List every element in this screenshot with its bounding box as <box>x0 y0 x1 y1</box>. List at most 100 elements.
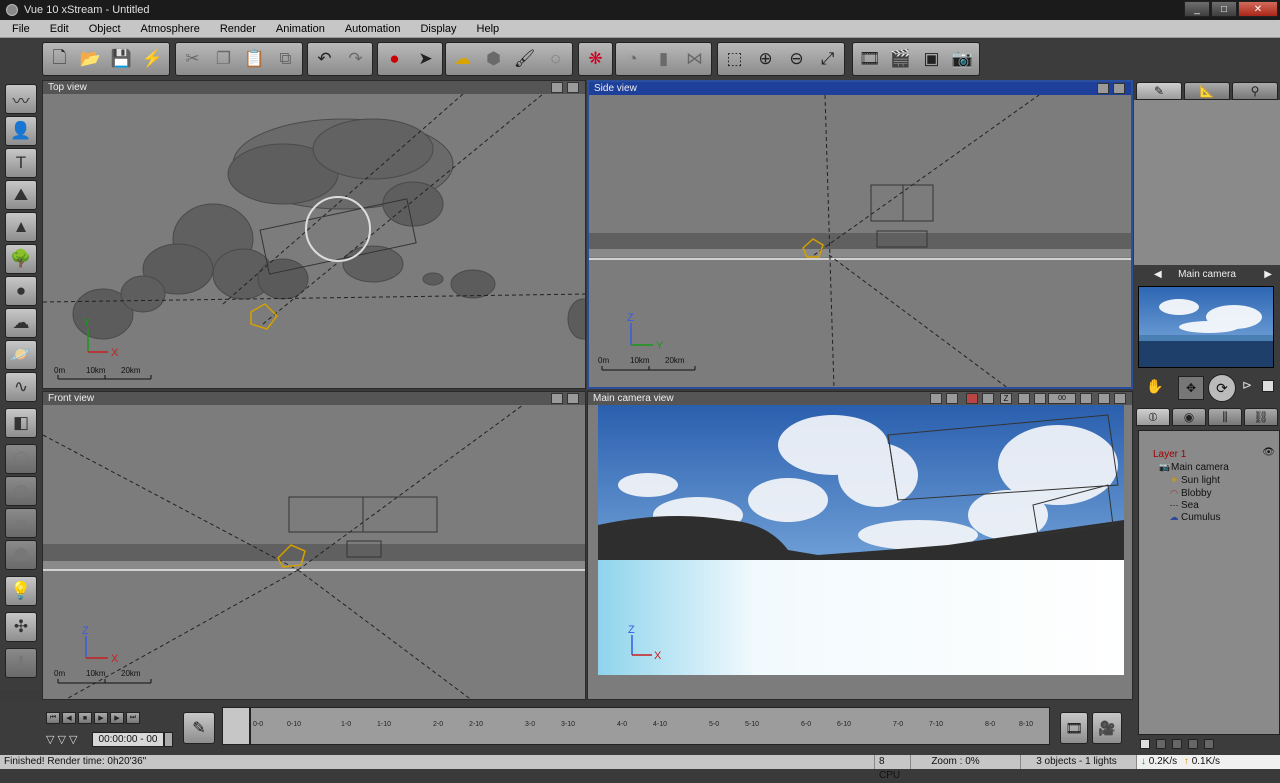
select-arrow-icon[interactable]: ➤ <box>411 45 440 73</box>
render-color-icon[interactable] <box>966 393 978 404</box>
mirror-icon[interactable]: ⋈ <box>680 45 709 73</box>
spline-icon[interactable]: ∿ <box>5 372 37 402</box>
cube-icon[interactable]: ◧ <box>5 408 37 438</box>
import-icon[interactable]: ⬇ <box>5 648 37 678</box>
camera-selector[interactable]: ◀ Main camera ▶ <box>1134 268 1280 282</box>
speedometer-icon[interactable]: ◔ <box>618 45 647 73</box>
stop-icon[interactable]: ■ <box>78 712 92 724</box>
frame-field[interactable]: 00 <box>1048 393 1076 404</box>
procedural-terrain-icon[interactable]: ▲ <box>5 212 37 242</box>
next-frame-icon[interactable] <box>1080 393 1092 404</box>
viewport-maximize-icon[interactable] <box>1113 83 1125 94</box>
viewport-options-icon[interactable] <box>551 393 563 404</box>
tree-item-sea[interactable]: ⋯ Sea <box>1169 499 1199 511</box>
text-icon[interactable]: T <box>5 148 37 178</box>
menu-object[interactable]: Object <box>79 23 131 35</box>
menu-atmosphere[interactable]: Atmosphere <box>131 23 210 35</box>
materials-tab-icon[interactable]: ◉ <box>1172 408 1206 426</box>
play-icon[interactable]: ▶ <box>94 712 108 724</box>
front-viewport[interactable]: Front view Z X 0m 10km 20km <box>42 391 586 700</box>
tree-layer[interactable]: Layer 1 <box>1153 449 1186 461</box>
save-icon[interactable]: 💾 <box>107 45 136 73</box>
group-icon[interactable]: ⬢ <box>5 540 37 570</box>
link-icon[interactable] <box>1204 739 1214 749</box>
planet-icon[interactable]: 🪐 <box>5 340 37 370</box>
viewport-options-icon[interactable] <box>551 82 563 93</box>
next-camera-icon[interactable]: ▶ <box>1264 268 1272 282</box>
viewport-maximize-icon[interactable] <box>567 82 579 93</box>
render-record-icon[interactable]: ● <box>380 45 409 73</box>
move-up-icon[interactable] <box>1172 739 1182 749</box>
edit-tab-icon[interactable]: ✎ <box>1136 82 1182 100</box>
aspect-tab-icon[interactable]: ⚲ <box>1232 82 1278 100</box>
color-balls-icon[interactable]: ❋ <box>581 45 610 73</box>
clapperboard-icon[interactable]: 🎬 <box>886 45 915 73</box>
links-tab-icon[interactable]: ⛓ <box>1244 408 1278 426</box>
plant-icon[interactable]: 🌳 <box>5 244 37 274</box>
fan-icon[interactable]: ✣ <box>5 612 37 642</box>
menu-display[interactable]: Display <box>410 23 466 35</box>
tree-item-main-camera[interactable]: 📷Main camera <box>1159 461 1229 473</box>
menu-render[interactable]: Render <box>210 23 266 35</box>
camera-settings-icon[interactable] <box>930 393 942 404</box>
viewport-maximize-icon[interactable] <box>567 393 579 404</box>
render-mode-icon[interactable] <box>982 393 994 404</box>
timeline-ruler[interactable]: 0-0 0-10 1-0 1-10 2-0 2-10 3-0 3-10 4-0 … <box>222 707 1050 745</box>
move-icon[interactable]: ✥ <box>1178 376 1204 400</box>
delete-layer-icon[interactable] <box>1156 739 1166 749</box>
camera-preview[interactable] <box>1138 286 1274 368</box>
tree-item-cumulus[interactable]: ☁ Cumulus <box>1169 511 1221 523</box>
zoom-select-icon[interactable]: ⬚ <box>720 45 749 73</box>
top-viewport[interactable]: Top view Y X 0m 10km 20km <box>42 80 586 389</box>
drop-icon[interactable]: ◌ <box>541 45 570 73</box>
undo-icon[interactable]: ↶ <box>310 45 339 73</box>
cloud-icon[interactable]: ☁ <box>5 308 37 338</box>
new-layer-icon[interactable] <box>1140 739 1150 749</box>
step-forward-icon[interactable]: ▶ <box>110 712 124 724</box>
copy-icon[interactable]: ❐ <box>209 45 238 73</box>
maximize-button[interactable]: □ <box>1211 1 1237 17</box>
path-tool-icon[interactable]: ✎ <box>183 712 215 744</box>
fit-icon[interactable]: ⤢ <box>813 45 842 73</box>
minimize-button[interactable]: _ <box>1184 1 1210 17</box>
menu-file[interactable]: File <box>0 23 40 35</box>
time-field[interactable]: 00:00:00 - 00 <box>92 732 164 747</box>
time-spinner-icon[interactable] <box>164 732 173 747</box>
libraries-tab-icon[interactable]: ⫼ <box>1208 408 1242 426</box>
redo-icon[interactable]: ↷ <box>341 45 370 73</box>
light-bulb-icon[interactable]: 💡 <box>5 576 37 606</box>
tree-item-blobby[interactable]: ◠ Blobby <box>1169 487 1212 499</box>
camera-viewport[interactable]: Main camera view Z 00 Z X <box>587 391 1133 700</box>
atmosphere-icon[interactable]: ☁ <box>448 45 477 73</box>
move-down-icon[interactable] <box>1188 739 1198 749</box>
film-strip-icon[interactable]: 🎞 <box>855 45 884 73</box>
new-file-icon[interactable]: 🗋 <box>45 45 74 73</box>
menu-edit[interactable]: Edit <box>40 23 79 35</box>
step-back-icon[interactable]: ◀ <box>62 712 76 724</box>
objects-tab-icon[interactable]: ⦶ <box>1136 408 1170 426</box>
save-camera-icon[interactable] <box>1262 380 1274 392</box>
prev-frame-icon[interactable] <box>1034 393 1046 404</box>
zoom-camera-icon[interactable]: ⊳ <box>1242 378 1252 392</box>
menu-automation[interactable]: Automation <box>335 23 411 35</box>
movie-camera-icon[interactable]: 🎥 <box>1092 712 1122 744</box>
go-end-icon[interactable]: ⏭ <box>126 712 140 724</box>
layers-icon[interactable] <box>1018 393 1030 404</box>
tree-item-sun-light[interactable]: ☀ Sun light <box>1169 474 1220 486</box>
brush-icon[interactable]: 🖌 <box>510 45 539 73</box>
time-cursor[interactable] <box>249 708 251 744</box>
viewport-options-icon[interactable] <box>1097 83 1109 94</box>
character-icon[interactable]: 👤 <box>5 116 37 146</box>
side-viewport[interactable]: Side view Z Y 0m 10km 20km <box>587 80 1133 389</box>
menu-help[interactable]: Help <box>467 23 510 35</box>
boolean-icon[interactable]: ⬡ <box>5 444 37 474</box>
bars-icon[interactable]: ▮ <box>649 45 678 73</box>
zoom-out-icon[interactable]: ⊖ <box>782 45 811 73</box>
prev-camera-icon[interactable]: ◀ <box>1154 268 1162 282</box>
rock-icon[interactable]: ● <box>5 276 37 306</box>
save-render-icon[interactable] <box>1114 393 1126 404</box>
z-buffer-icon[interactable]: Z <box>1000 393 1012 404</box>
keyframe-markers-icon[interactable]: ▽ ▽ ▽ <box>46 733 78 746</box>
film-icon[interactable]: 🎞 <box>1060 712 1088 744</box>
metablob-icon[interactable]: ∞ <box>5 508 37 538</box>
